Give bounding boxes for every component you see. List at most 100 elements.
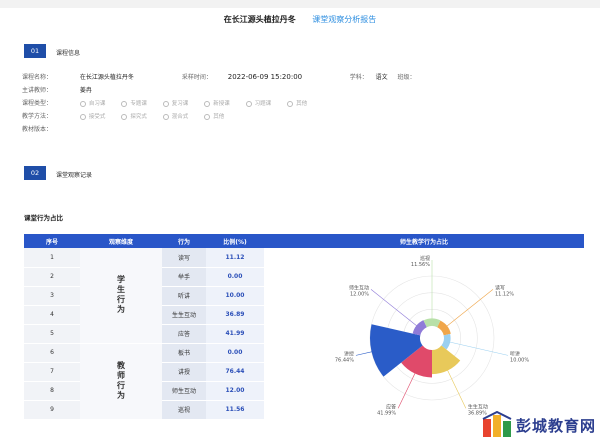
row-percent: 41.99 [206,324,264,344]
row-index: 8 [24,381,80,401]
rose-slice [432,345,461,375]
slice-label-name: 师生互动 [349,284,369,291]
section-1-title: 课程信息 [56,50,81,57]
col-header-dimension: 观察维度 [80,234,162,248]
col-header-percent: 比例(%) [206,234,264,248]
col-header-chart: 师生教学行为占比 [264,234,584,248]
col-header-behavior: 行为 [162,234,206,248]
slice-label-name: 读写 [495,284,505,291]
type-option[interactable]: 习题课 [245,99,271,107]
slice-label-name: 讲授 [344,350,354,357]
row-behavior: 讲授 [162,362,206,382]
teacher-label: 主讲教师： [22,87,53,94]
behavior-rose-chart: 读写 11.12% 听讲 10.00% 生生互动 36.89% 应答 41.99% 讲授 76.4… [290,248,584,428]
info-row-type: 课程类型： 自习课 专题课 复习课 新授课 习题课 其他 [22,98,321,107]
type-option[interactable]: 专题课 [121,99,147,107]
row-percent: 12.00 [206,381,264,401]
row-behavior: 巡视 [162,400,206,420]
row-index: 1 [24,248,80,268]
teacher-value: 姜冉 [79,87,92,94]
row-behavior: 举手 [162,267,206,287]
method-option[interactable]: 接受式 [79,112,105,120]
slice-label-name: 巡视 [420,255,430,262]
info-row-course: 课程名称： 在长江源头植拉丹冬 采样时间： 2022-06-09 15:20:0… [22,72,428,81]
dimension-teacher: 教师行为 [80,343,162,420]
slice-label-value: 10.00% [510,357,529,363]
row-percent: 10.00 [206,286,264,306]
row-percent: 11.56 [206,400,264,420]
subject-value: 语文 [375,74,388,81]
type-label: 课程类型： [22,100,53,107]
method-option[interactable]: 混合式 [162,112,188,120]
info-row-teacher: 主讲教师： 姜冉 [22,85,92,94]
info-row-method: 教学方法： 接受式 探究式 混合式 其他 [22,111,238,120]
type-option[interactable]: 复习课 [162,99,188,107]
row-percent: 0.00 [206,267,264,287]
slice-label-value: 12.00% [350,291,369,297]
row-index: 2 [24,267,80,287]
report-title: 课堂观察分析报告 [312,15,377,24]
time-label: 采样时间： [181,74,212,81]
row-behavior: 听讲 [162,286,206,306]
lesson-title: 在长江源头植拉丹冬 [223,15,296,24]
subject-label: 学科： [349,74,368,81]
row-percent: 0.00 [206,343,264,363]
textbook-label: 教材版本： [22,126,53,133]
course-value: 在长江源头植拉丹冬 [79,74,134,81]
slice-label-value: 76.44% [335,357,354,363]
row-percent: 11.12 [206,248,264,268]
label-leader [397,373,416,409]
section-1-badge: 01 [24,44,46,58]
row-index: 5 [24,324,80,344]
row-behavior: 读写 [162,248,206,268]
watermark-text: 彭城教育网 [515,416,596,435]
slice-label-name: 应答 [386,403,396,410]
radio-icon [204,113,211,120]
slice-label-value: 11.56% [411,262,430,268]
watermark: 彭城教育网 [481,411,596,439]
table-header-row: 序号 观察维度 行为 比例(%) 师生教学行为占比 [24,234,584,248]
table-title: 课堂行为占比 [24,214,63,222]
radio-icon [287,100,294,107]
row-index: 9 [24,400,80,420]
col-header-index: 序号 [24,234,80,248]
type-option[interactable]: 其他 [287,99,307,107]
row-behavior: 应答 [162,324,206,344]
dimension-student: 学生行为 [80,248,162,344]
method-option[interactable]: 探究式 [121,112,147,120]
radio-icon [121,100,128,107]
info-row-textbook: 教材版本： [22,124,78,133]
top-bar [0,0,600,8]
radio-icon [162,100,169,107]
row-index: 4 [24,305,80,325]
type-option[interactable]: 新授课 [204,99,230,107]
row-percent: 36.89 [206,305,264,325]
time-value: 2022-06-09 15:20:00 [227,73,303,81]
rose-chart-svg: 读写11.12%听讲10.00%生生互动36.89%应答41.99%讲授76.4… [335,255,529,416]
slice-label-name: 听讲 [510,350,520,357]
row-index: 7 [24,362,80,382]
row-behavior: 生生互动 [162,305,206,325]
row-index: 6 [24,343,80,363]
method-option[interactable]: 其他 [204,112,224,120]
row-percent: 76.44 [206,362,264,382]
course-label: 课程名称： [22,74,53,81]
row-behavior: 板书 [162,343,206,363]
radio-icon [79,100,86,107]
slice-label-value: 11.12% [495,291,514,297]
section-2-badge: 02 [24,166,46,180]
label-leader [355,351,372,356]
report-header: 在长江源头植拉丹冬 课堂观察分析报告 [0,14,600,25]
radio-icon [121,113,128,120]
radio-icon [79,113,86,120]
watermark-logo-icon [482,411,512,437]
radio-icon [162,113,169,120]
row-behavior: 师生互动 [162,381,206,401]
grade-label: 班级： [397,74,416,81]
type-option[interactable]: 自习课 [79,99,105,107]
slice-label-name: 生生互动 [468,403,488,410]
section-2-title: 课堂观察记录 [56,172,93,179]
slice-label-value: 41.99% [377,410,396,416]
radio-icon [245,100,252,107]
row-index: 3 [24,286,80,306]
